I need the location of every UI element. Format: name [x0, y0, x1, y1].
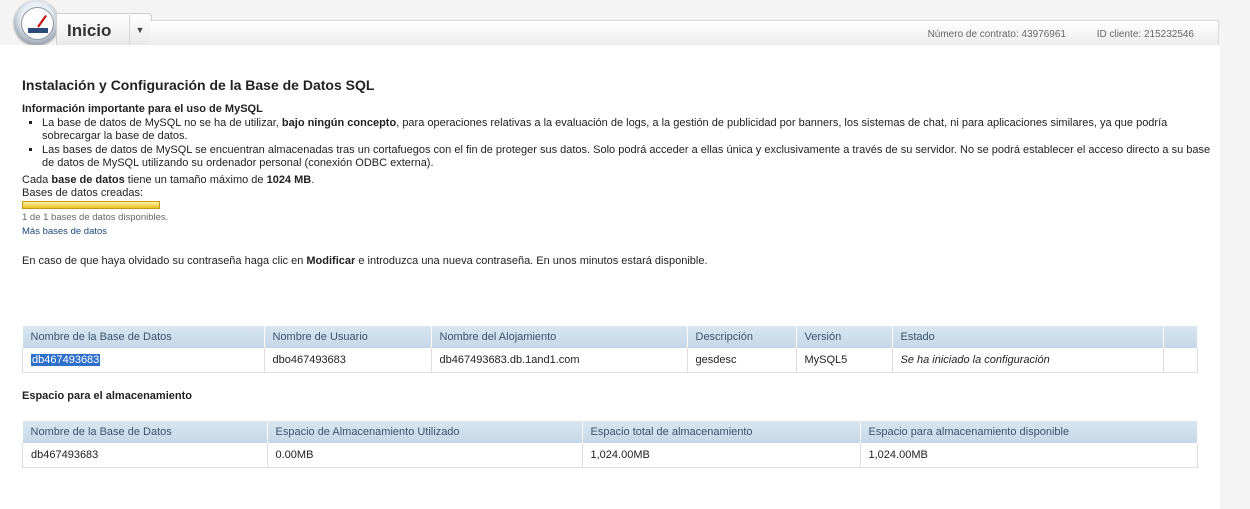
table-header-row: Nombre de la Base de Datos Espacio de Al… [22, 421, 1198, 443]
column-header: Espacio de Almacenamiento Utilizado [267, 421, 583, 443]
max-size-text: Cada base de datos tiene un tamaño máxim… [22, 174, 315, 186]
table-cell: 0.00MB [267, 443, 583, 468]
table-cell: dbo467493683 [264, 348, 432, 373]
info-heading: Información importante para el uso de My… [22, 103, 263, 115]
home-label: Inicio [67, 21, 112, 40]
list-item: La base de datos de MySQL no se ha de ut… [42, 117, 1212, 143]
column-header: Nombre de Usuario [264, 326, 432, 348]
forgot-password-text: En caso de que haya olvidado su contrase… [22, 255, 708, 267]
column-header: Estado [892, 326, 1164, 348]
table-cell: MySQL5 [796, 348, 893, 373]
contract-number: Número de contrato: 43976961 [927, 29, 1066, 40]
speedometer-logo-icon[interactable] [14, 0, 59, 45]
client-id: ID cliente: 215232546 [1096, 29, 1194, 40]
table-cell: db467493683 [22, 443, 268, 468]
header-strip: Número de contrato: 43976961 ID cliente:… [150, 20, 1219, 46]
selected-database-name[interactable]: db467493683 [31, 354, 101, 366]
database-table: Nombre de la Base de Datos Nombre de Usu… [22, 326, 1198, 373]
main-content: Instalación y Configuración de la Base d… [0, 45, 1220, 509]
storage-title: Espacio para el almacenamiento [22, 390, 192, 402]
table-header-row: Nombre de la Base de Datos Nombre de Usu… [22, 326, 1198, 348]
chevron-down-icon[interactable]: ▼ [129, 15, 150, 45]
column-header: Descripción [687, 326, 797, 348]
created-label: Bases de datos creadas: [22, 187, 144, 199]
column-header [1163, 326, 1198, 348]
available-text: 1 de 1 bases de datos disponibles. [22, 212, 169, 223]
table-row[interactable]: db467493683 dbo467493683 db467493683.db.… [22, 348, 1198, 373]
table-cell: db467493683.db.1and1.com [431, 348, 688, 373]
column-header: Nombre de la Base de Datos [22, 421, 268, 443]
page-title: Instalación y Configuración de la Base d… [22, 77, 375, 93]
info-list: La base de datos de MySQL no se ha de ut… [22, 117, 1212, 171]
top-bar: Inicio ▼ Número de contrato: 43976961 ID… [0, 0, 1250, 48]
home-tab[interactable]: Inicio ▼ [56, 13, 152, 46]
column-header: Espacio para almacenamiento disponible [860, 421, 1198, 443]
list-item: Las bases de datos de MySQL se encuentra… [42, 144, 1212, 170]
column-header: Nombre del Alojamiento [431, 326, 688, 348]
column-header: Versión [796, 326, 893, 348]
databases-progress-bar [22, 201, 160, 209]
more-databases-link[interactable]: Más bases de datos [22, 226, 107, 237]
column-header: Nombre de la Base de Datos [22, 326, 265, 348]
storage-table: Nombre de la Base de Datos Espacio de Al… [22, 421, 1198, 468]
table-cell [1163, 348, 1198, 373]
table-cell[interactable]: db467493683 [22, 348, 265, 373]
column-header: Espacio total de almacenamiento [582, 421, 861, 443]
table-row[interactable]: db467493683 0.00MB 1,024.00MB 1,024.00MB [22, 443, 1198, 468]
status-cell: Se ha iniciado la configuración [892, 348, 1164, 373]
table-cell: gesdesc [687, 348, 797, 373]
table-cell: 1,024.00MB [860, 443, 1198, 468]
table-cell: 1,024.00MB [582, 443, 861, 468]
